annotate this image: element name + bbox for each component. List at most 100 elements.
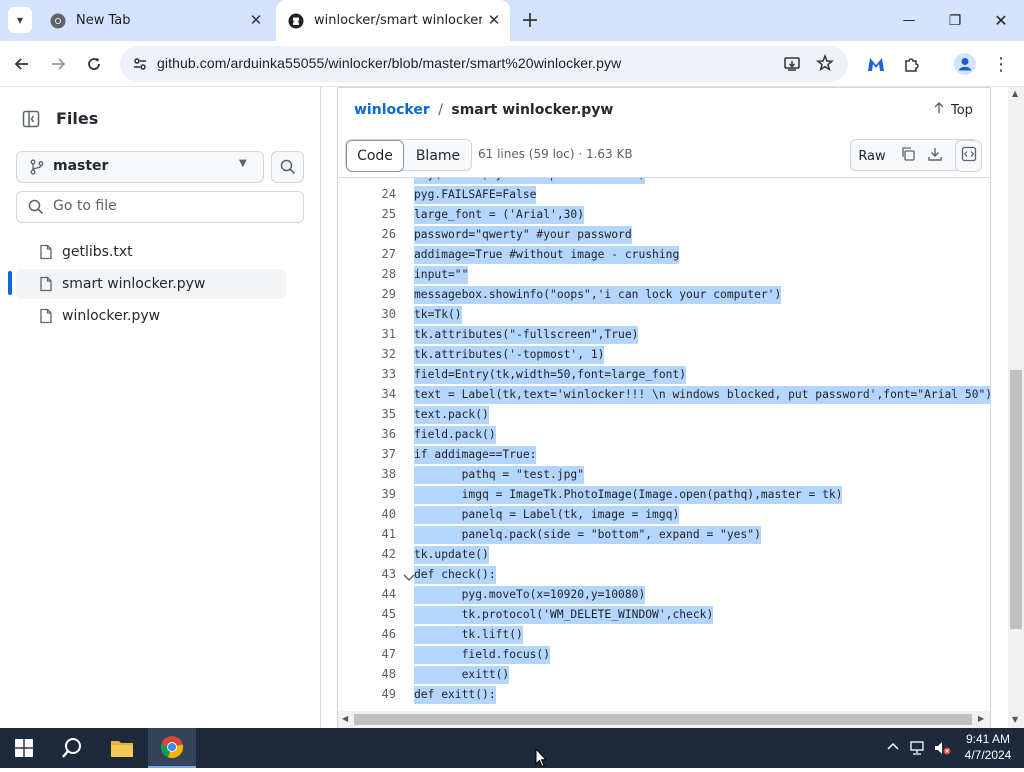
system-clock[interactable]: 9:41 AM 4/7/2024: [958, 731, 1018, 763]
go-to-file-input[interactable]: Go to file: [16, 191, 304, 223]
vertical-scrollbar[interactable]: ▲ ▼: [1008, 87, 1024, 728]
line-number[interactable]: 27: [366, 247, 396, 261]
chrome-taskbar-icon[interactable]: [148, 728, 196, 768]
code-line[interactable]: messagebox.showinfo("oops",'i can lock y…: [414, 286, 782, 304]
minimize-button[interactable]: —: [886, 0, 932, 41]
windows-start-icon[interactable]: [0, 728, 48, 768]
code-line[interactable]: pyg.moveTo(x=10920,y=10080): [414, 586, 646, 604]
close-window-button[interactable]: ✕: [978, 0, 1024, 41]
code-viewer[interactable]: 23 say('Hello, your computer hacked') 24 py…: [337, 177, 991, 728]
line-number[interactable]: 25: [366, 207, 396, 221]
search-icon[interactable]: [48, 728, 96, 768]
scroll-down-arrow-icon[interactable]: ▼: [1012, 715, 1018, 724]
horizontal-scrollbar[interactable]: ◀ ▶: [338, 711, 990, 728]
maximize-button[interactable]: ❐: [932, 0, 978, 41]
forward-arrow-icon[interactable]: [45, 51, 71, 77]
chrome-menu-icon[interactable]: ⋮: [988, 51, 1014, 77]
install-app-icon[interactable]: [783, 55, 801, 77]
tab-winlocker[interactable]: winlocker/smart winlocker.pyw ✕: [276, 0, 510, 41]
url-text[interactable]: github.com/arduinka55055/winlocker/blob/…: [157, 55, 621, 71]
fold-chevron-icon[interactable]: [402, 569, 416, 588]
code-line[interactable]: password="qwerty" #your password: [414, 226, 632, 244]
scrollbar-thumb[interactable]: [1010, 370, 1022, 629]
code-line[interactable]: imgq = ImageTk.PhotoImage(Image.open(pat…: [414, 486, 843, 504]
symbols-panel-button[interactable]: [955, 140, 982, 172]
line-number[interactable]: 35: [366, 407, 396, 421]
branch-selector-button[interactable]: master ▼: [16, 151, 264, 183]
line-number[interactable]: 48: [366, 667, 396, 681]
code-line[interactable]: tk=Tk(): [414, 306, 462, 324]
line-number[interactable]: 44: [366, 587, 396, 601]
network-icon[interactable]: [909, 740, 927, 760]
line-number[interactable]: 34: [366, 387, 396, 401]
tray-expand-icon[interactable]: [886, 740, 900, 755]
code-line[interactable]: tk.lift(): [414, 626, 523, 644]
scroll-left-arrow-icon[interactable]: ◀: [342, 714, 348, 723]
code-line[interactable]: tk.attributes("-fullscreen",True): [414, 326, 639, 344]
top-button[interactable]: Top: [933, 102, 973, 118]
code-line[interactable]: def check():: [414, 566, 496, 584]
profile-avatar-icon[interactable]: [952, 51, 978, 77]
line-number[interactable]: 49: [366, 687, 396, 701]
code-line[interactable]: text = Label(tk,text='winlocker!!! \n wi…: [414, 386, 990, 404]
code-line[interactable]: large_font = ('Arial',30): [414, 206, 585, 224]
file-item-getlibs[interactable]: getlibs.txt: [16, 237, 286, 267]
scroll-up-arrow-icon[interactable]: ▲: [1012, 89, 1018, 98]
line-number[interactable]: 33: [366, 367, 396, 381]
code-line[interactable]: panelq.pack(side = "bottom", expand = "y…: [414, 526, 761, 544]
code-line[interactable]: pyg.FAILSAFE=False: [414, 186, 537, 204]
copy-button[interactable]: [894, 140, 921, 172]
code-line[interactable]: field.focus(): [414, 646, 551, 664]
code-line[interactable]: addimage=True #without image - crushing: [414, 246, 680, 264]
file-item-winlocker[interactable]: winlocker.pyw: [16, 301, 286, 331]
line-number[interactable]: 38: [366, 467, 396, 481]
address-bar[interactable]: github.com/arduinka55055/winlocker/blob/…: [120, 46, 848, 82]
line-number[interactable]: 28: [366, 267, 396, 281]
line-number[interactable]: 39: [366, 487, 396, 501]
line-number[interactable]: 47: [366, 647, 396, 661]
line-number[interactable]: 32: [366, 347, 396, 361]
scrollbar-thumb[interactable]: [354, 714, 972, 725]
scroll-right-arrow-icon[interactable]: ▶: [978, 714, 984, 723]
line-number[interactable]: 46: [366, 627, 396, 641]
code-line[interactable]: input="": [414, 266, 469, 284]
code-line[interactable]: field.pack(): [414, 426, 496, 444]
line-number[interactable]: 37: [366, 447, 396, 461]
collapse-sidebar-icon[interactable]: [22, 110, 40, 132]
line-number[interactable]: 36: [366, 427, 396, 441]
line-number[interactable]: 26: [366, 227, 396, 241]
line-number[interactable]: 29: [366, 287, 396, 301]
code-line[interactable]: if addimage==True:: [414, 446, 537, 464]
line-number[interactable]: 30: [366, 307, 396, 321]
malwarebytes-extension-icon[interactable]: [863, 51, 889, 77]
breadcrumb-repo-link[interactable]: winlocker: [354, 102, 430, 118]
extensions-puzzle-icon[interactable]: [899, 51, 925, 77]
code-line[interactable]: panelq = Label(tk, image = imgq): [414, 506, 680, 524]
code-line[interactable]: tk.protocol('WM_DELETE_WINDOW',check): [414, 606, 714, 624]
code-line[interactable]: tk.update(): [414, 546, 489, 564]
code-line[interactable]: field=Entry(tk,width=50,font=large_font): [414, 366, 687, 384]
line-number[interactable]: 41: [366, 527, 396, 541]
new-tab-button[interactable]: +: [517, 7, 543, 33]
code-line[interactable]: tk.attributes('-topmost', 1): [414, 346, 605, 364]
file-item-smart-winlocker[interactable]: smart winlocker.pyw: [16, 269, 286, 299]
line-number[interactable]: 42: [366, 547, 396, 561]
line-number[interactable]: 43: [366, 567, 396, 581]
line-number[interactable]: 40: [366, 507, 396, 521]
reload-icon[interactable]: [81, 51, 107, 77]
code-line[interactable]: say('Hello, your computer hacked'): [414, 178, 646, 184]
code-line[interactable]: exitt(): [414, 666, 510, 684]
line-number[interactable]: 45: [366, 607, 396, 621]
download-button[interactable]: [921, 140, 948, 172]
code-line[interactable]: text.pack(): [414, 406, 489, 424]
code-view-tab[interactable]: Code: [346, 140, 404, 172]
code-line[interactable]: pathq = "test.jpg": [414, 466, 585, 484]
close-tab-icon[interactable]: ✕: [248, 12, 264, 28]
volume-muted-icon[interactable]: [933, 740, 951, 760]
code-line[interactable]: def exitt():: [414, 686, 496, 704]
back-arrow-icon[interactable]: [9, 51, 35, 77]
close-tab-icon[interactable]: ✕: [486, 12, 502, 28]
line-number[interactable]: 23: [366, 178, 396, 181]
tab-new-tab[interactable]: New Tab ✕: [38, 0, 272, 41]
line-number[interactable]: 24: [366, 187, 396, 201]
